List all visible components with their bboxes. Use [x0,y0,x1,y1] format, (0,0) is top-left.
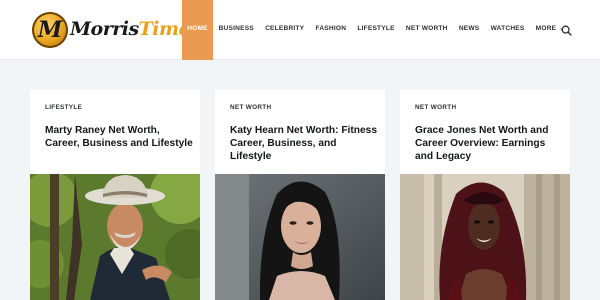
article-title[interactable]: Katy Hearn Net Worth: Fitness Career, Bu… [230,124,380,163]
article-card: LIFESTYLE Marty Raney Net Worth, Career,… [30,90,200,300]
nav-item-lifestyle[interactable]: LIFESTYLE [352,0,401,60]
woman-with-head-scarf-photo [400,174,570,300]
article-category[interactable]: LIFESTYLE [45,104,82,111]
main-nav: HOME BUSINESS CELEBRITY FASHION LIFESTYL… [182,0,570,60]
woman-with-long-dark-hair-photo [215,174,385,300]
nav-item-watches[interactable]: WATCHES [485,0,530,60]
man-in-cowboy-hat-photo [30,174,200,300]
article-category[interactable]: NET WORTH [415,104,456,111]
article-card: NET WORTH Grace Jones Net Worth and Care… [400,90,570,300]
article-thumbnail[interactable] [400,174,570,300]
article-thumbnail[interactable] [30,174,200,300]
article-title[interactable]: Grace Jones Net Worth and Career Overvie… [415,124,565,163]
logo-badge-icon: M [32,12,68,48]
nav-item-fashion[interactable]: FASHION [310,0,352,60]
site-header: M MorrisTime HOME BUSINESS CELEBRITY FAS… [0,0,600,60]
site-logo[interactable]: M MorrisTime [32,12,191,48]
nav-item-news[interactable]: NEWS [453,0,485,60]
logo-text: MorrisTime [70,18,191,40]
nav-item-celebrity[interactable]: CELEBRITY [260,0,310,60]
article-title[interactable]: Marty Raney Net Worth, Career, Business … [45,124,195,150]
nav-item-net-worth[interactable]: NET WORTH [400,0,453,60]
search-icon[interactable] [561,25,572,36]
nav-item-home[interactable]: HOME [182,0,213,60]
article-card: NET WORTH Katy Hearn Net Worth: Fitness … [215,90,385,300]
article-thumbnail[interactable] [215,174,385,300]
nav-more-label: MORE [535,25,557,32]
article-category[interactable]: NET WORTH [230,104,271,111]
nav-item-business[interactable]: BUSINESS [213,0,260,60]
